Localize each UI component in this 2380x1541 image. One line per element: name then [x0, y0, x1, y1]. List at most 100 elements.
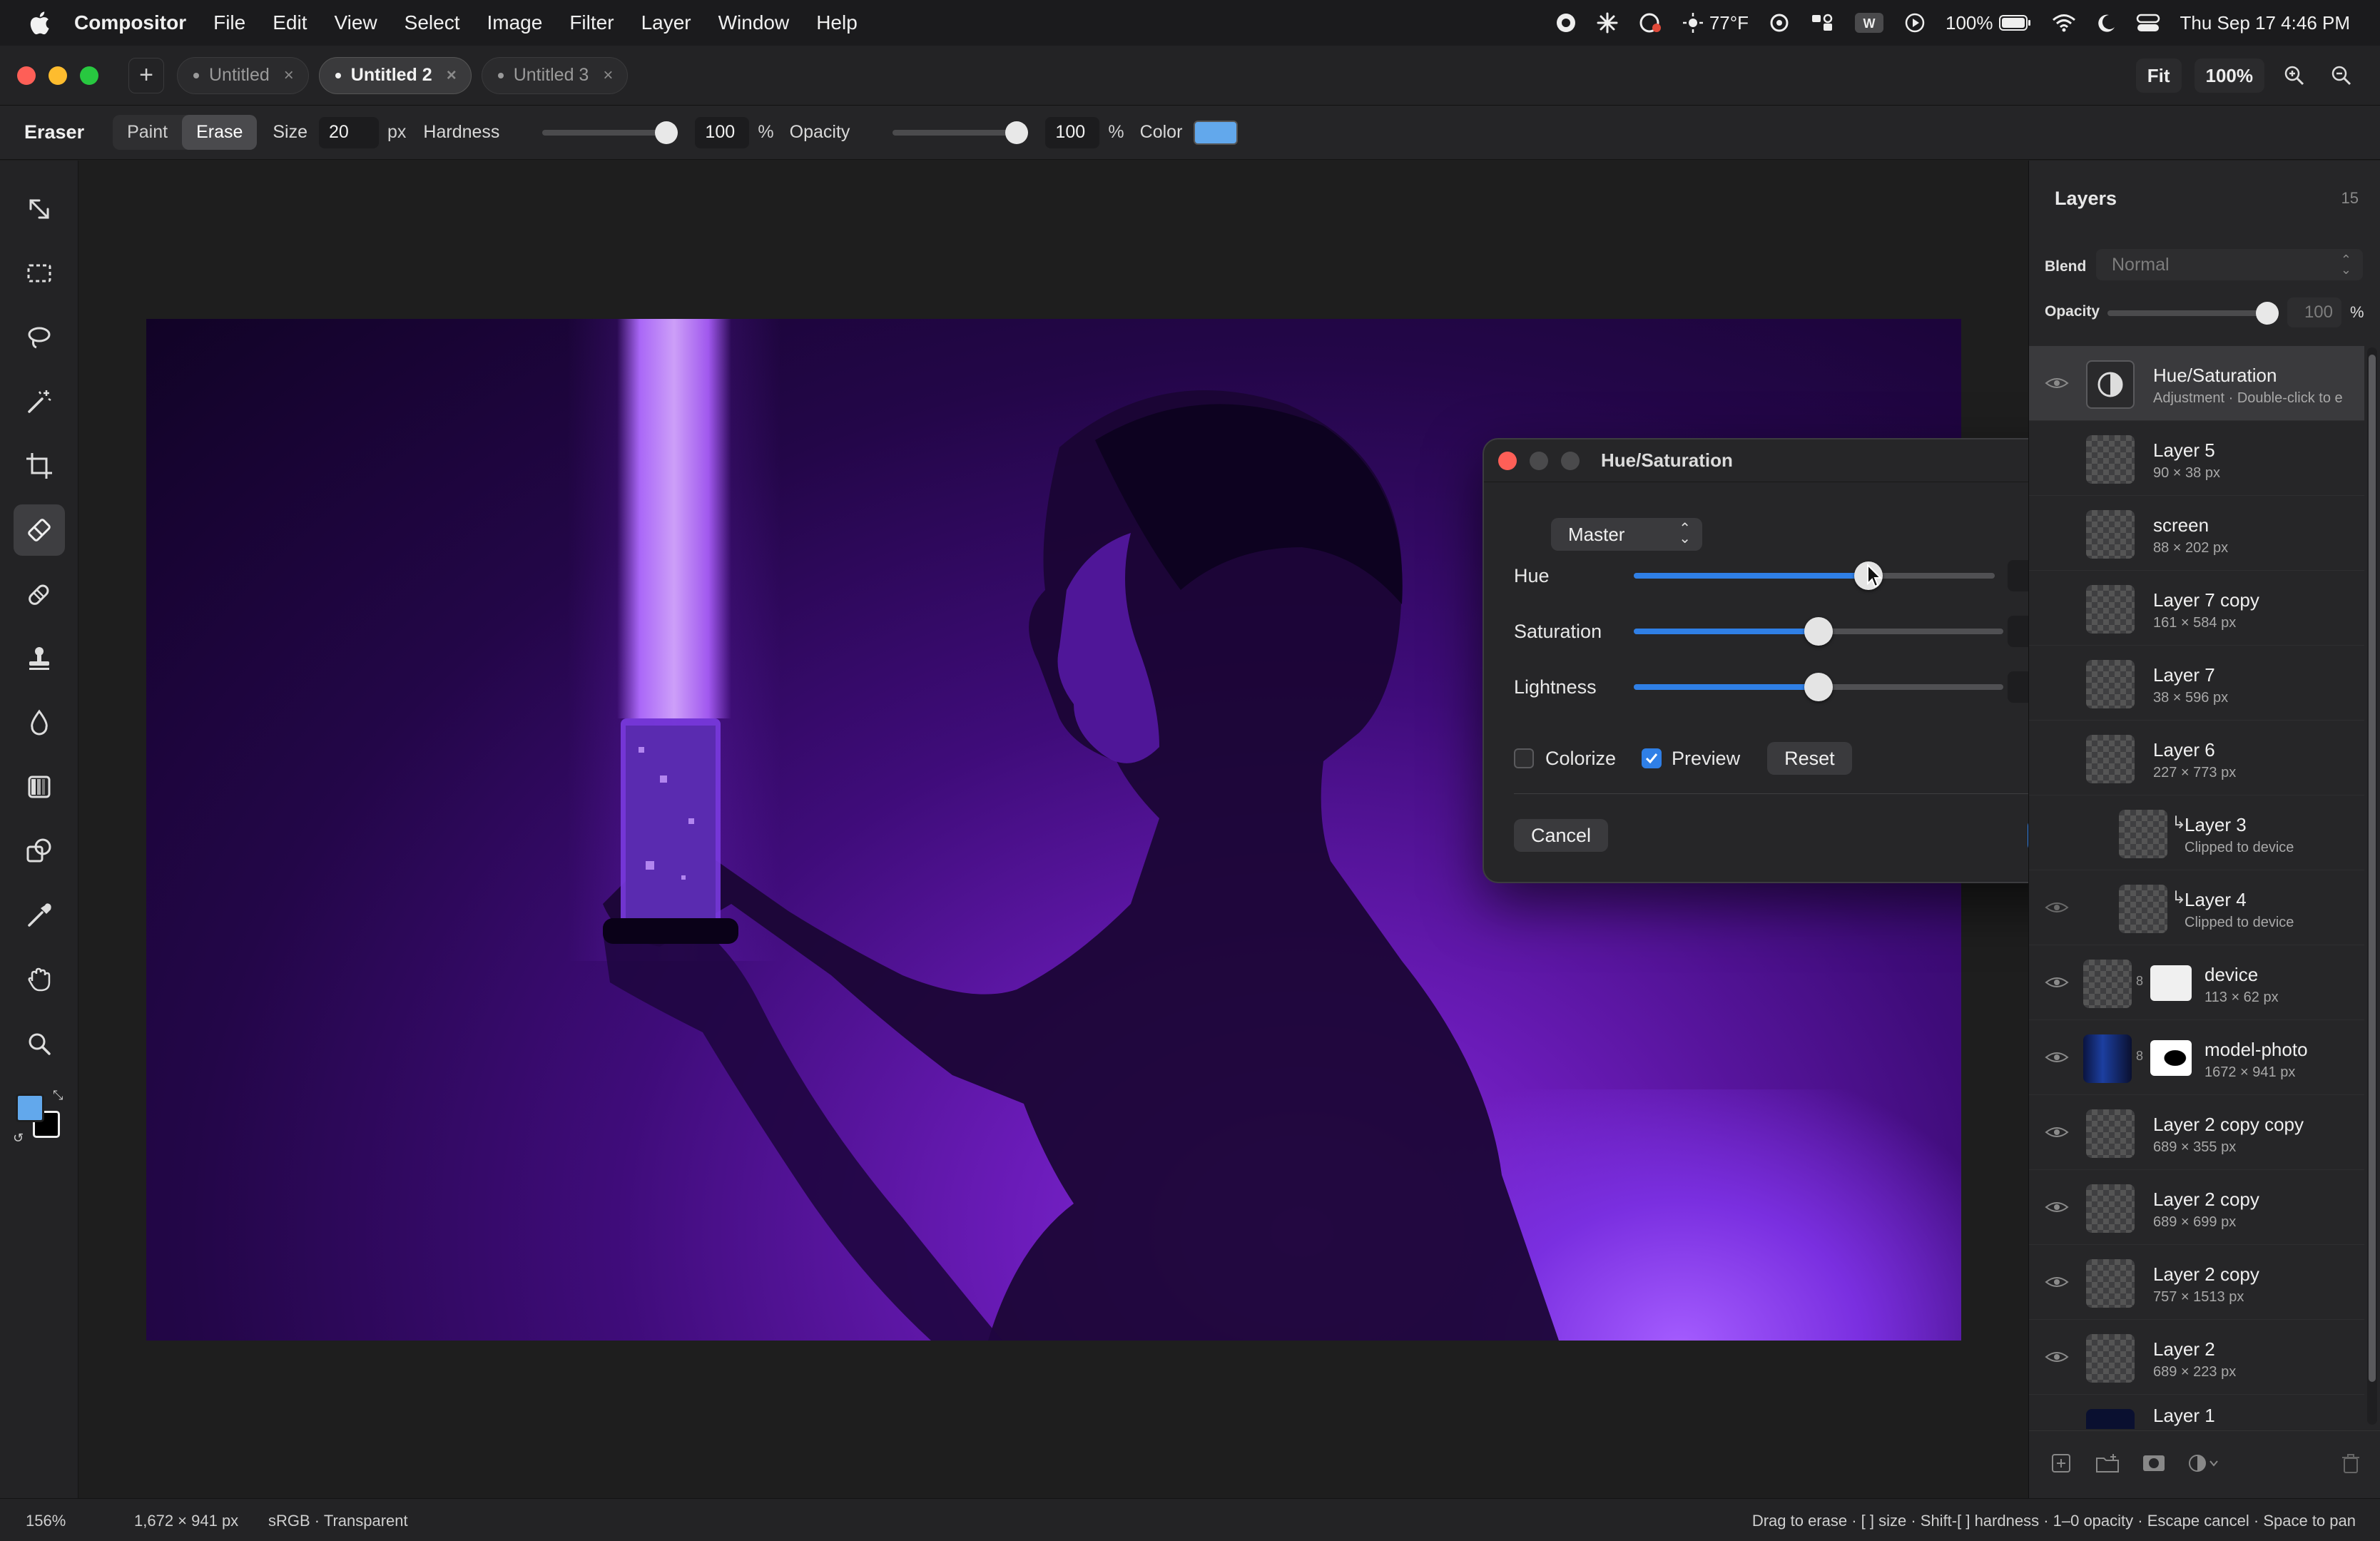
- magic-wand-icon[interactable]: [14, 376, 65, 427]
- eyedropper-icon[interactable]: [14, 890, 65, 941]
- opacity-input[interactable]: 100: [1045, 116, 1100, 148]
- layer-item-layer-5[interactable]: Layer 5 90 × 38 px: [2029, 421, 2364, 496]
- preview-label[interactable]: Preview: [1672, 748, 1740, 770]
- layer-item-hue-saturation[interactable]: Hue/Saturation Adjustment · Double-click…: [2029, 346, 2364, 421]
- menu-layer[interactable]: Layer: [641, 11, 691, 34]
- opacity-slider[interactable]: [892, 121, 1029, 144]
- eye-icon[interactable]: [2045, 1124, 2069, 1141]
- menu-select[interactable]: Select: [405, 11, 460, 34]
- reset-colors-icon[interactable]: ↺: [13, 1131, 24, 1146]
- layer-item-layer-2-copy-a[interactable]: Layer 2 copy 689 × 699 px: [2029, 1170, 2364, 1245]
- clock-text[interactable]: Thu Sep 17 4:46 PM: [2180, 12, 2350, 34]
- layer-item-layer-7[interactable]: Layer 7 38 × 596 px: [2029, 646, 2364, 721]
- close-window-button[interactable]: [17, 66, 36, 85]
- eye-icon[interactable]: [2045, 899, 2069, 916]
- foreground-color-swatch[interactable]: [16, 1094, 44, 1122]
- tab-untitled-2[interactable]: Untitled 2 ×: [318, 56, 472, 94]
- eye-icon[interactable]: [2045, 974, 2069, 991]
- menu-help[interactable]: Help: [816, 11, 858, 34]
- size-input[interactable]: 20: [319, 116, 380, 148]
- colorize-checkbox[interactable]: [1514, 748, 1534, 768]
- tab-close-icon[interactable]: ×: [284, 66, 294, 86]
- layer-item-model-photo[interactable]: 8 model-photo 1672 × 941 px: [2029, 1020, 2364, 1095]
- dialog-close-button[interactable]: [1498, 451, 1517, 470]
- zoom-out-icon[interactable]: [2324, 59, 2359, 93]
- hand-icon[interactable]: [14, 954, 65, 1005]
- hue-slider[interactable]: [1634, 561, 1995, 590]
- cancel-button[interactable]: Cancel: [1514, 819, 1609, 852]
- layer-item-layer-2-copy-copy[interactable]: Layer 2 copy copy 689 × 355 px: [2029, 1095, 2364, 1170]
- menu-app-name[interactable]: Compositor: [74, 11, 186, 34]
- saturation-slider-thumb[interactable]: [1804, 617, 1833, 646]
- tab-untitled-3[interactable]: Untitled 3 ×: [481, 56, 629, 94]
- move-icon[interactable]: [14, 183, 65, 235]
- scrollbar-thumb[interactable]: [2369, 355, 2376, 1382]
- tab-untitled[interactable]: Untitled ×: [177, 56, 309, 94]
- lightness-slider[interactable]: [1634, 673, 2003, 701]
- hardness-input[interactable]: 100: [695, 116, 750, 148]
- add-mask-icon[interactable]: [2142, 1453, 2166, 1474]
- crop-icon[interactable]: [14, 440, 65, 492]
- eye-icon[interactable]: [2045, 1348, 2069, 1365]
- layer-item-layer-4[interactable]: ↳ Layer 4 Clipped to device: [2029, 870, 2364, 945]
- layer-item-layer-2-copy-b[interactable]: Layer 2 copy 757 × 1513 px: [2029, 1245, 2364, 1320]
- swap-colors-icon[interactable]: ⤡: [53, 1088, 63, 1103]
- control-icon[interactable]: [1810, 12, 1834, 34]
- new-tab-button[interactable]: +: [128, 57, 164, 93]
- slider-knob[interactable]: [655, 121, 678, 144]
- layer-item-layer-1[interactable]: Layer 1: [2029, 1395, 2364, 1429]
- reset-button[interactable]: Reset: [1767, 742, 1852, 775]
- link-icon[interactable]: 8: [2136, 1049, 2143, 1064]
- tab-close-icon[interactable]: ×: [447, 66, 457, 86]
- control-center-icon[interactable]: [2136, 13, 2160, 33]
- blur-drop-icon[interactable]: [14, 697, 65, 748]
- layer-opacity-slider[interactable]: [2107, 302, 2279, 325]
- zoom-window-button[interactable]: [80, 66, 98, 85]
- play-icon[interactable]: [1904, 12, 1926, 34]
- wifi-icon[interactable]: [2052, 13, 2076, 33]
- color-swatches[interactable]: ⤡ ↺: [13, 1088, 67, 1146]
- dialog-titlebar[interactable]: Hue/Saturation: [1484, 439, 2116, 482]
- record-icon[interactable]: [1555, 12, 1577, 34]
- moon-icon[interactable]: [2096, 13, 2116, 33]
- blend-mode-select[interactable]: Normal ⌃ ⌄: [2096, 249, 2363, 280]
- lasso-icon[interactable]: [14, 312, 65, 363]
- battery-status[interactable]: 100%: [1946, 12, 2032, 34]
- lightness-slider-thumb[interactable]: [1804, 673, 1833, 701]
- layer-item-layer-3[interactable]: ↳ Layer 3 Clipped to device: [2029, 795, 2364, 870]
- new-group-folder-icon[interactable]: [2095, 1453, 2120, 1474]
- preview-checkbox[interactable]: [1642, 748, 1662, 768]
- slider-knob[interactable]: [1005, 121, 1029, 144]
- menu-filter[interactable]: Filter: [569, 11, 614, 34]
- eye-icon[interactable]: [2045, 1273, 2069, 1291]
- minimize-window-button[interactable]: [49, 66, 67, 85]
- color-swatch[interactable]: [1194, 120, 1239, 145]
- eraser-icon[interactable]: [14, 504, 65, 556]
- eye-icon[interactable]: [2045, 1199, 2069, 1216]
- zoom-in-icon[interactable]: [2277, 59, 2312, 93]
- saturation-slider[interactable]: [1634, 617, 2003, 646]
- adjustment-layer-icon[interactable]: [2187, 1453, 2223, 1474]
- menu-image[interactable]: Image: [487, 11, 543, 34]
- zoom-level-button[interactable]: 100%: [2194, 59, 2264, 93]
- stamp-icon[interactable]: [14, 633, 65, 684]
- slider-knob[interactable]: [2256, 302, 2279, 325]
- paint-mode-button[interactable]: Paint: [113, 115, 182, 150]
- layers-scrollbar[interactable]: [2367, 347, 2377, 1425]
- eye-icon[interactable]: [2045, 375, 2069, 392]
- menu-edit[interactable]: Edit: [273, 11, 307, 34]
- delete-layer-icon[interactable]: [2340, 1453, 2361, 1474]
- apple-icon[interactable]: [27, 9, 51, 37]
- hardness-slider[interactable]: [542, 121, 678, 144]
- erase-mode-button[interactable]: Erase: [182, 115, 258, 150]
- layer-item-layer-7-copy[interactable]: Layer 7 copy 161 × 584 px: [2029, 571, 2364, 646]
- fit-button[interactable]: Fit: [2135, 59, 2182, 93]
- gradient-icon[interactable]: [14, 761, 65, 813]
- preset-dropdown[interactable]: Master ⌃ ⌄: [1551, 518, 1702, 551]
- layer-opacity-input[interactable]: 100: [2287, 297, 2341, 327]
- word-icon[interactable]: W: [1854, 11, 1884, 34]
- new-layer-icon[interactable]: [2050, 1453, 2072, 1474]
- menu-view[interactable]: View: [334, 11, 377, 34]
- sparkle-icon[interactable]: [1597, 12, 1618, 34]
- brush-icon[interactable]: [14, 569, 65, 620]
